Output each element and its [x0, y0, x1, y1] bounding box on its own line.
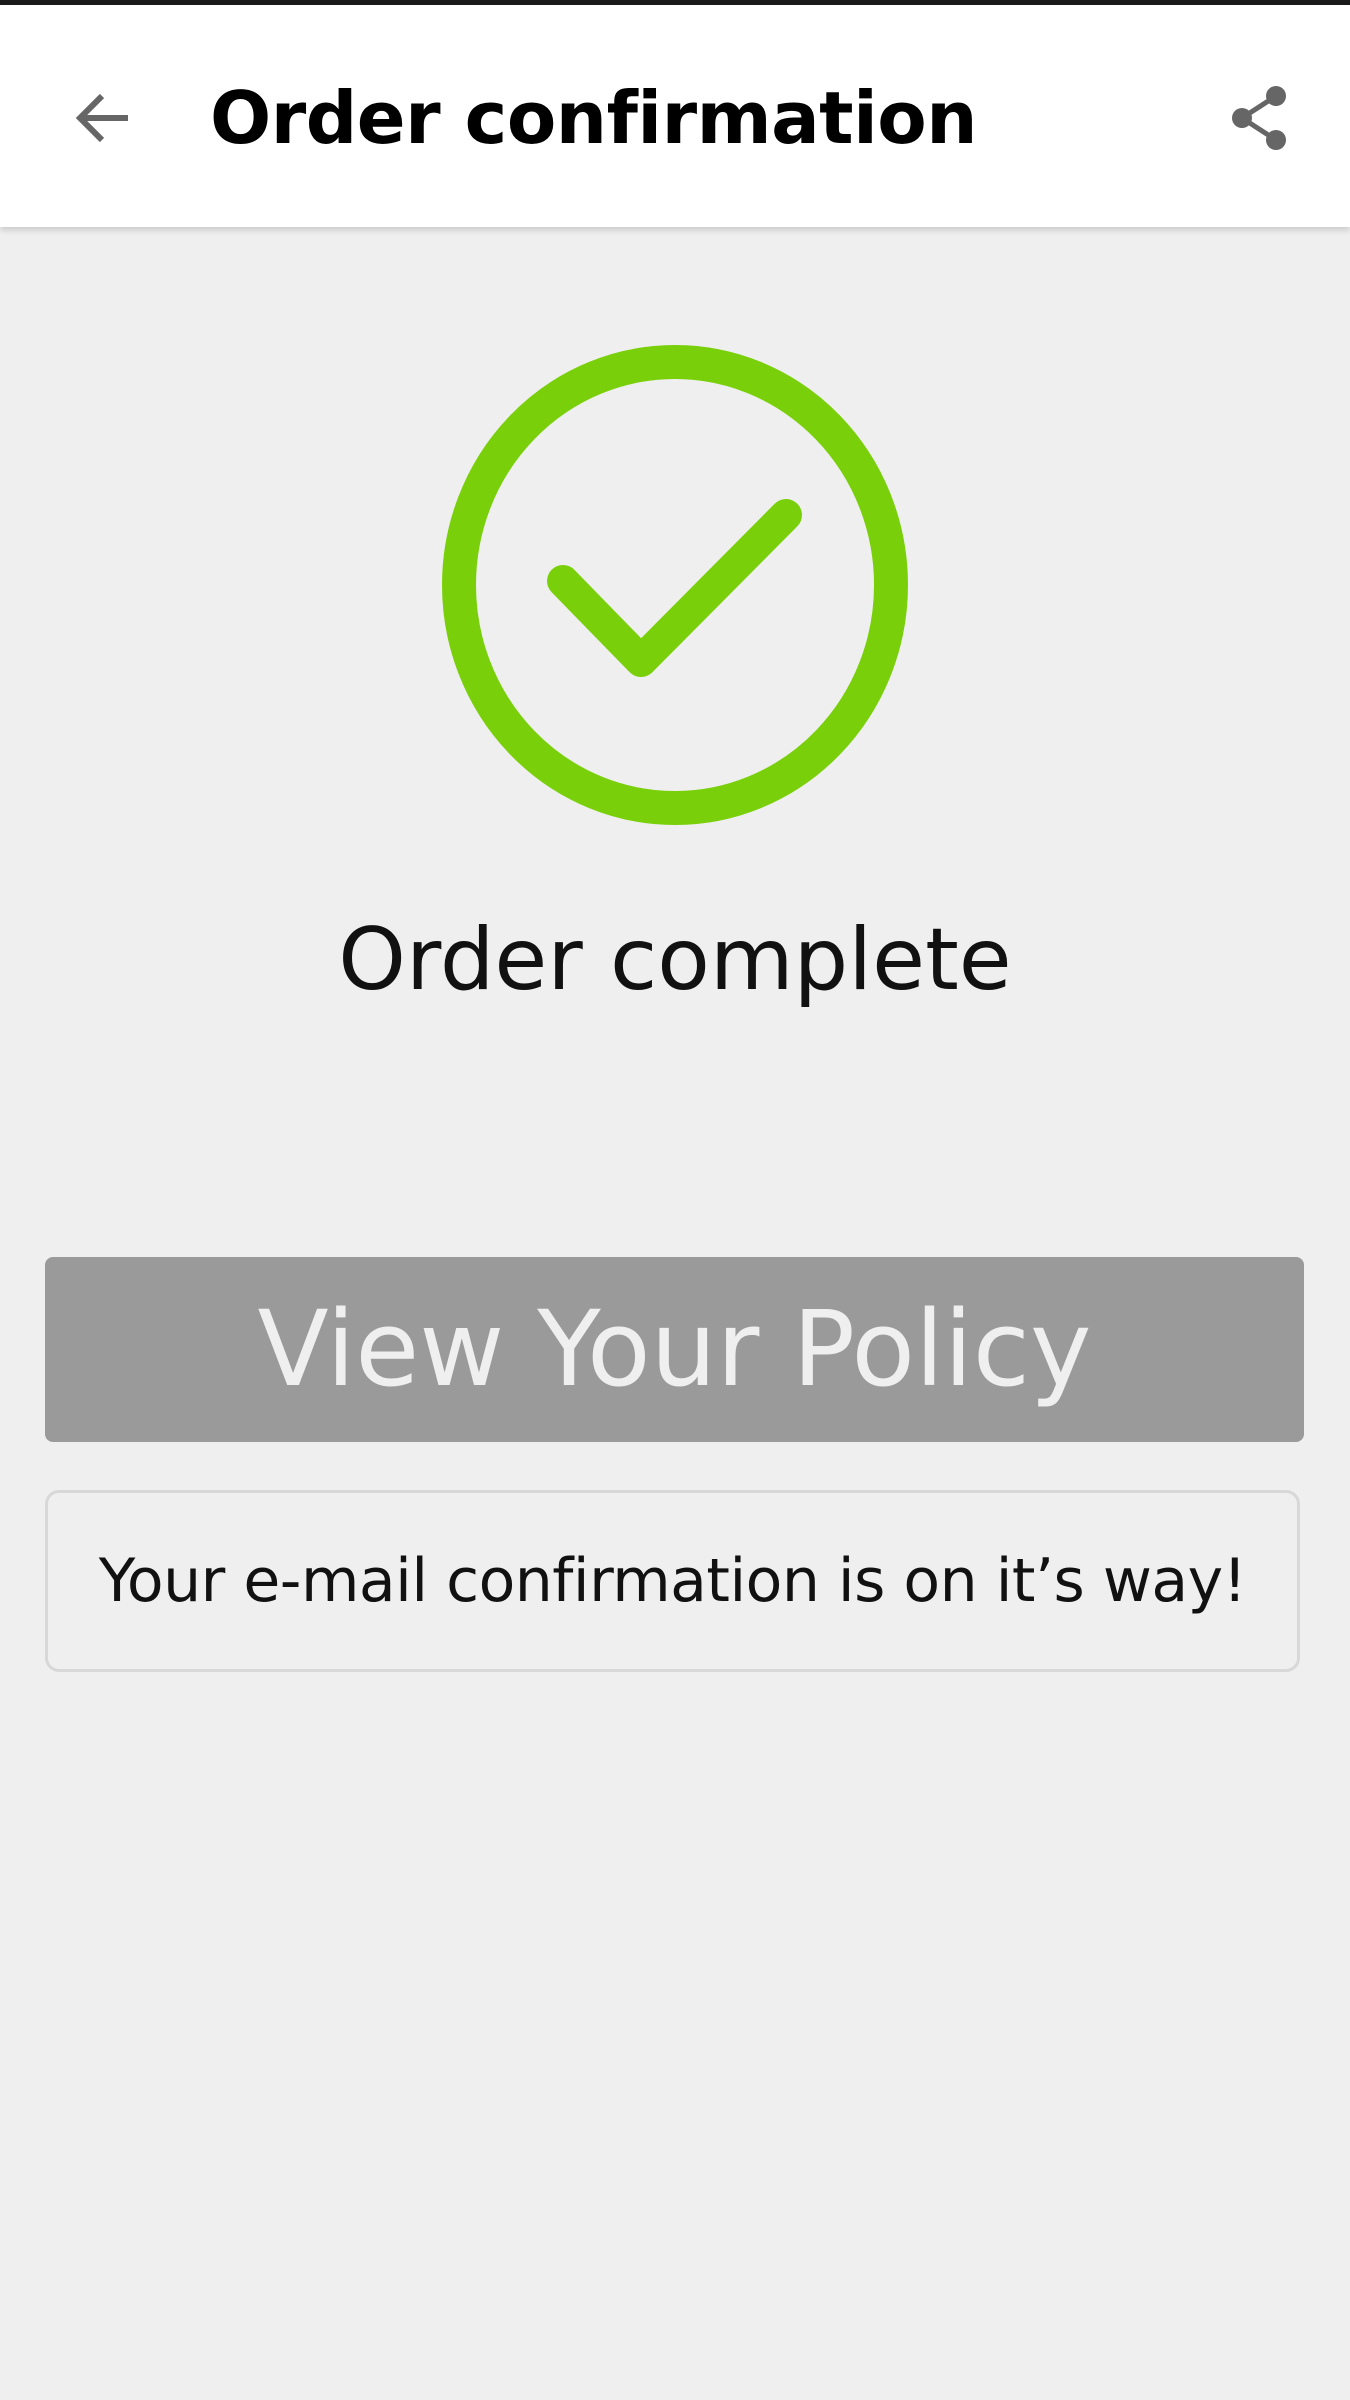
- order-status-heading: Order complete: [338, 910, 1012, 1010]
- share-button[interactable]: [1212, 71, 1306, 165]
- share-icon: [1232, 86, 1286, 150]
- arrow-left-icon: [75, 93, 128, 143]
- page-title: Order confirmation: [210, 76, 978, 160]
- back-button[interactable]: [52, 66, 156, 170]
- email-confirmation-notice: Your e-mail confirmation is on it’s way!: [45, 1490, 1300, 1672]
- check-circle-icon: [442, 345, 908, 825]
- app-bar: Order confirmation: [0, 5, 1350, 227]
- email-confirmation-text: Your e-mail confirmation is on it’s way!: [98, 1546, 1247, 1616]
- view-policy-button[interactable]: View Your Policy: [45, 1257, 1304, 1442]
